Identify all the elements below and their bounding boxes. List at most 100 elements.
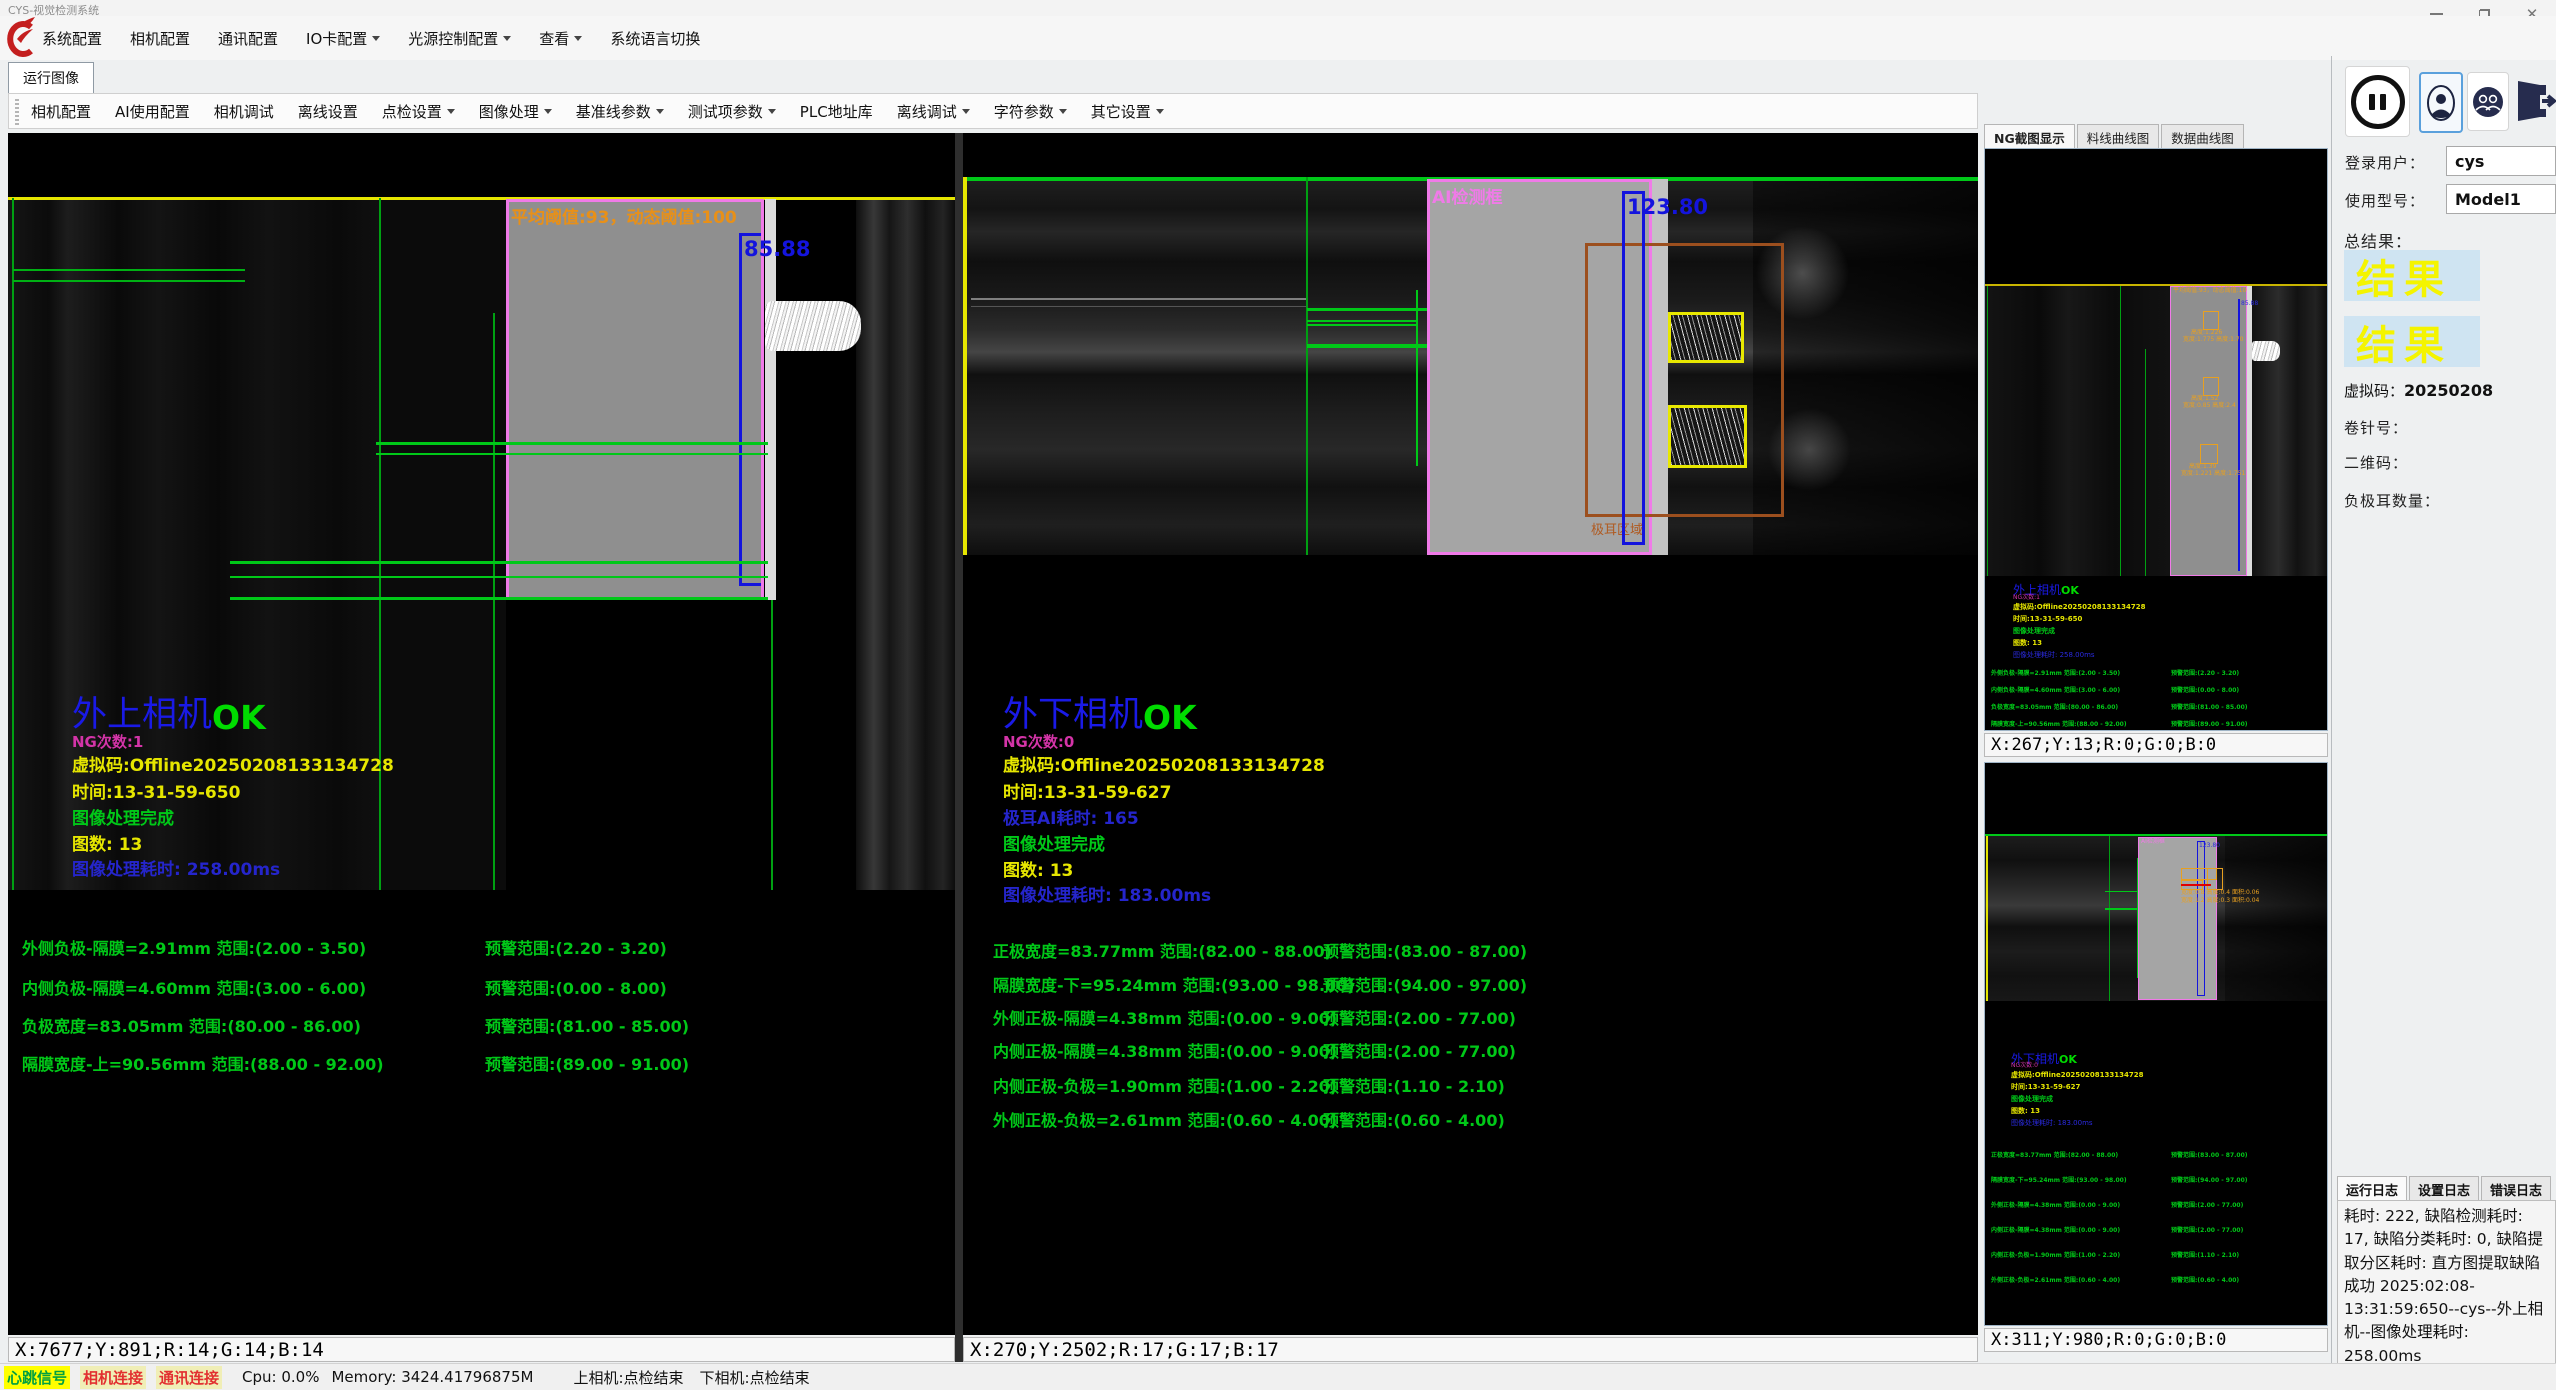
green-vline (379, 198, 381, 890)
tool-char-params[interactable]: 字符参数 (994, 101, 1067, 122)
green-hline (376, 453, 768, 455)
current-user-button[interactable] (2419, 72, 2463, 133)
tool-offline-debug[interactable]: 离线调试 (897, 101, 970, 122)
exit-door-icon (2516, 79, 2556, 123)
tab-setting-log[interactable]: 设置日志 (2409, 1176, 2479, 1202)
tab-ng-screenshot[interactable]: NG截图显示 (1984, 124, 2075, 150)
warning-range: 预警范围:(94.00 - 97.00) (1323, 972, 1527, 996)
warning-range: 预警范围:(89.00 - 91.00) (485, 1051, 689, 1075)
tab-line-curve[interactable]: 料线曲线图 (2077, 124, 2160, 150)
mini-row: 内侧正极-隔膜=4.38mm 范围:(0.00 - 9.00) (1991, 1228, 2120, 1235)
mini-row: 隔膜宽度-下=95.24mm 范围:(93.00 - 98.00) (1991, 1178, 2127, 1185)
warning-range: 预警范围:(83.00 - 87.00) (1323, 938, 1527, 962)
virtual-code-row: 虚拟码：20250208 (2344, 380, 2493, 401)
dropdown-arrow-icon (962, 109, 970, 114)
tool-camera-debug[interactable]: 相机调试 (214, 101, 274, 122)
mini-defect-box (2203, 311, 2219, 330)
mini-blue-box (2197, 841, 2205, 996)
mini-texture-dark (2225, 836, 2327, 1001)
width-value-text: 123.80 (1627, 195, 1708, 219)
run-log-text[interactable]: 耗时: 222, 缺陷检测耗时: 17, 缺陷分类耗时: 0, 缺陷提取分区耗时… (2337, 1200, 2556, 1390)
green-hline (1307, 320, 1417, 322)
title-bar: CYS-视觉检测系统 (0, 0, 2556, 16)
upper-camera-view[interactable]: 平均阈值:93，动态阈值:100 85.88 外上相机OK NG次数:1 虚拟码… (8, 133, 955, 1335)
electrode-tab-blob (765, 301, 861, 351)
mini-row: 预警范围:(1.10 - 2.10) (2171, 1253, 2239, 1260)
menu-comm-config[interactable]: 通讯配置 (218, 28, 278, 49)
mini-row: 预警范围:(2.00 - 77.00) (2171, 1203, 2243, 1210)
camera-ok-status: OK (1143, 698, 1197, 737)
measurement-row: 隔膜宽度-上=90.56mm 范围:(88.00 - 92.00) (22, 1051, 384, 1075)
mini-red-line (2181, 884, 2211, 886)
mini-row: 外侧正极-隔膜=4.38mm 范围:(0.00 - 9.00) (1991, 1203, 2120, 1210)
tab-run-image[interactable]: 运行图像 (8, 62, 94, 93)
ng-count-text: NG次数:0 (1003, 731, 1074, 752)
mini-row: 外侧正极-负极=2.61mm 范围:(0.60 - 4.00) (1991, 1278, 2120, 1285)
user-management-button[interactable] (2467, 72, 2509, 131)
tool-test-item-params[interactable]: 测试项参数 (688, 101, 776, 122)
menu-system-config[interactable]: 系统配置 (42, 28, 102, 49)
dropdown-arrow-icon (768, 109, 776, 114)
ng-thumbnail-upper[interactable]: 平均阈值:93，动态阈值:100 85.88 高度:1.226 宽度:1.775… (1984, 148, 2328, 731)
menu-light-control-config[interactable]: 光源控制配置 (408, 28, 511, 49)
virtual-code-value: 20250208 (2404, 381, 2493, 400)
threshold-overlay-text: 平均阈值:93，动态阈值:100 (511, 203, 737, 228)
frame-count-text: 图数: 13 (1003, 856, 1073, 881)
film-texture-mid (380, 198, 506, 890)
tool-offline-setting[interactable]: 离线设置 (298, 101, 358, 122)
tool-spot-check[interactable]: 点检设置 (382, 101, 455, 122)
measure-blue-tick (739, 233, 761, 236)
log-tab-strip: 运行日志 设置日志 错误日志 (2337, 1176, 2551, 1202)
tool-plc-address[interactable]: PLC地址库 (800, 101, 873, 122)
width-value-text: 85.88 (744, 237, 810, 261)
heartbeat-status: 心跳信号 (4, 1366, 70, 1389)
tiny-annotation: 宽度:1.2 高度:0.3 面积:0.04 (2181, 898, 2259, 905)
measurement-row: 外侧负极-隔膜=2.91mm 范围:(2.00 - 3.50) (22, 935, 366, 959)
mini-row: 预警范围:(83.00 - 87.00) (2171, 1153, 2248, 1160)
ng-thumb1-coords: X:267;Y:13;R:0;G:0;B:0 (1984, 733, 2328, 757)
measurement-row: 正极宽度=83.77mm 范围:(82.00 - 88.00) (993, 938, 1332, 962)
menu-language-switch[interactable]: 系统语言切换 (610, 28, 700, 49)
mini-texture (1985, 286, 2170, 576)
tab-area-box (1585, 243, 1784, 517)
ng-thumb2-coords: X:311;Y:980;R:0;G:0;B:0 (1984, 1328, 2328, 1352)
login-user-field[interactable]: cys (2446, 146, 2556, 176)
tool-ai-use-config[interactable]: AI使用配置 (115, 101, 190, 122)
mini-row: 预警范围:(2.00 - 77.00) (2171, 1228, 2243, 1235)
tool-baseline-params[interactable]: 基准线参数 (576, 101, 664, 122)
mini-ng-count: NG次数:0 (2011, 1063, 2038, 1070)
pause-icon (2351, 75, 2405, 129)
cpu-usage: Cpu: 0.0% (242, 1368, 319, 1386)
process-done-text: 图像处理完成 (1003, 830, 1105, 855)
mini-pink-box (2138, 837, 2217, 1000)
tab-data-curve[interactable]: 数据曲线图 (2161, 124, 2244, 150)
time-text: 时间:13-31-59-627 (1003, 778, 1171, 803)
tool-other-settings[interactable]: 其它设置 (1091, 101, 1164, 122)
lower-camera-view[interactable]: AI检测框 极耳区域 123.80 外下相机OK NG次数:0 虚拟码:Offl… (963, 133, 1978, 1335)
view-divider (955, 133, 963, 1362)
green-vline (1306, 177, 1308, 555)
toolbar-drag-handle[interactable] (15, 99, 19, 125)
menu-io-card-config[interactable]: IO卡配置 (306, 28, 380, 49)
menu-camera-config[interactable]: 相机配置 (130, 28, 190, 49)
dropdown-arrow-icon (447, 109, 455, 114)
status-bar: 心跳信号 相机连接 通讯连接 Cpu: 0.0% Memory: 3424.41… (0, 1363, 2556, 1390)
warning-range: 预警范围:(0.60 - 4.00) (1323, 1107, 1505, 1131)
model-field[interactable]: Model1 (2446, 184, 2556, 214)
green-vline (2109, 836, 2110, 1001)
metal-highlight-line (971, 306, 1307, 307)
ng-thumbnail-lower[interactable]: AI检测框 123.80 宽度:0.8 高度:0.4 面积:0.06 宽度:1.… (1984, 762, 2328, 1326)
green-hline (13, 280, 245, 282)
tab-error-log[interactable]: 错误日志 (2481, 1176, 2551, 1202)
warning-range: 预警范围:(2.00 - 77.00) (1323, 1038, 1516, 1062)
virtual-code-text: 虚拟码:Offline20250208133134728 (72, 751, 394, 776)
camera-name: 外下相机 (1003, 686, 1143, 737)
menu-view[interactable]: 查看 (539, 28, 582, 49)
tool-camera-config[interactable]: 相机配置 (31, 101, 91, 122)
tab-run-log[interactable]: 运行日志 (2337, 1176, 2407, 1202)
pause-button[interactable] (2345, 66, 2410, 137)
measurement-row: 外侧正极-负极=2.61mm 范围:(0.60 - 4.00) (993, 1107, 1337, 1131)
exit-button[interactable] (2515, 66, 2556, 135)
tool-image-process[interactable]: 图像处理 (479, 101, 552, 122)
virtual-code-label: 虚拟码： (2344, 382, 2404, 400)
